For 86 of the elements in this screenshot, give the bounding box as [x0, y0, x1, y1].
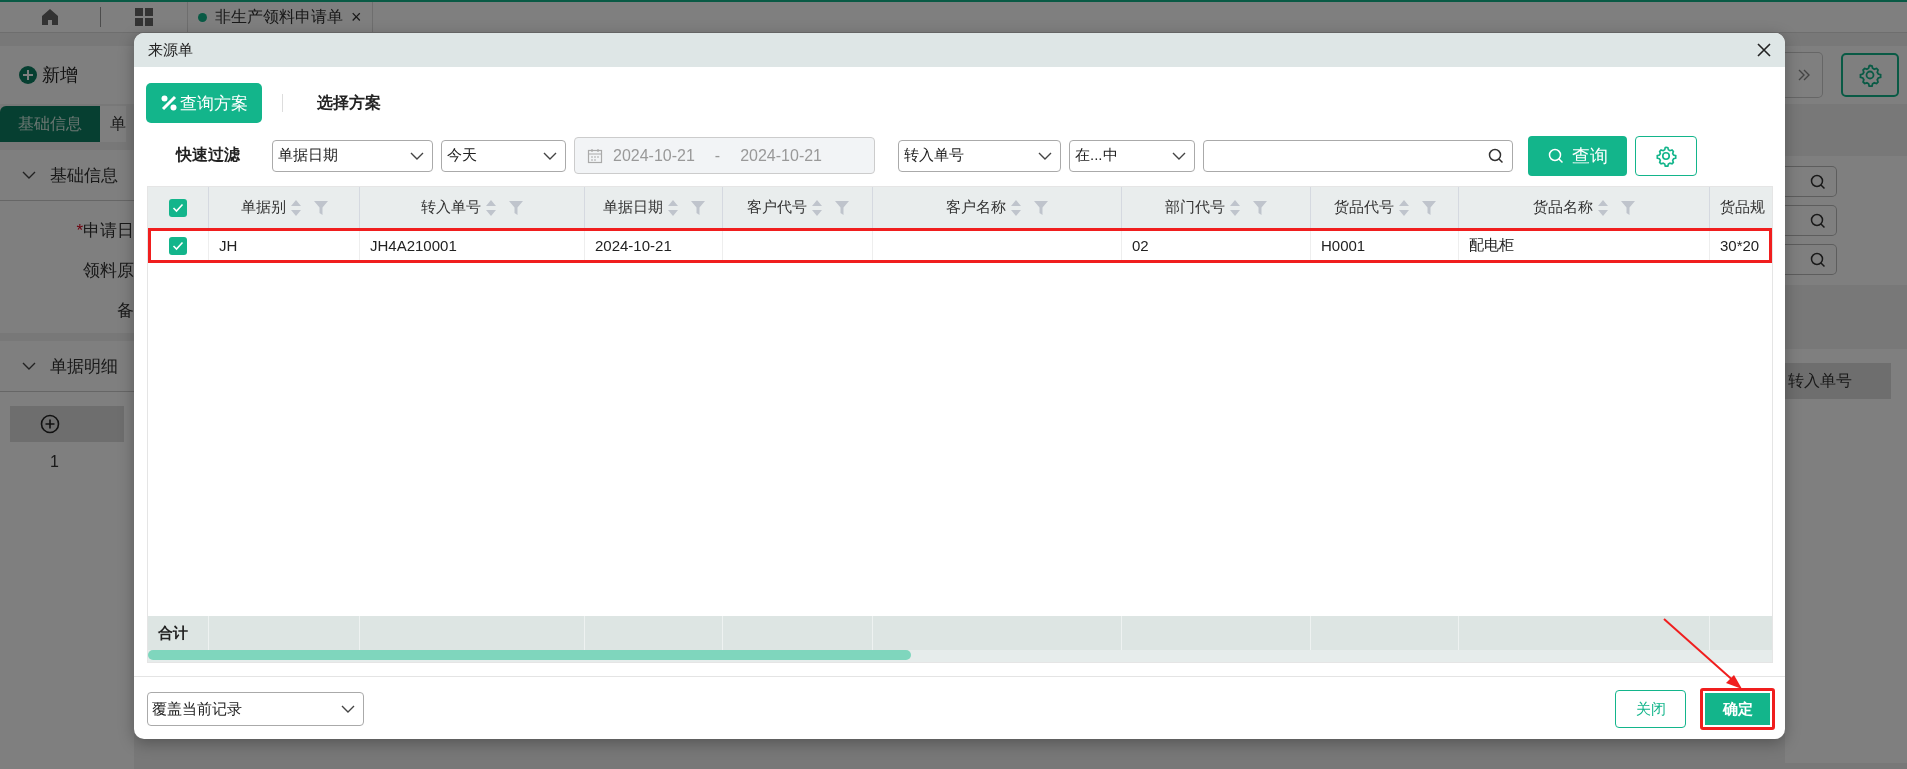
table-cell: 配电柜 — [1469, 236, 1514, 255]
sort-icon[interactable] — [289, 198, 302, 217]
column-header: 货品规 — [1720, 198, 1765, 217]
column-header: 单据别 — [240, 198, 286, 217]
confirm-button[interactable]: 确定 — [1700, 688, 1775, 730]
search-icon[interactable] — [1488, 147, 1504, 164]
close-icon[interactable]: × — [351, 6, 362, 28]
field-label: 备 — [117, 300, 134, 321]
field-label: 领料原 — [83, 260, 134, 281]
page-tab[interactable]: 非生产领料申请单 × — [187, 2, 373, 32]
settings-button[interactable] — [1635, 135, 1697, 176]
scheme-tab[interactable]: 选择方案 — [303, 83, 395, 123]
filter-icon[interactable] — [1621, 200, 1635, 215]
status-dot — [198, 12, 207, 22]
sort-icon[interactable] — [1010, 198, 1022, 217]
grid-icon[interactable] — [134, 7, 154, 27]
field-label: *申请日 — [76, 220, 134, 241]
scrollbar-thumb[interactable] — [148, 650, 911, 660]
chevron-down-icon — [543, 151, 557, 160]
table-cell: 02 — [1132, 237, 1149, 254]
column-header: 客户名称 — [946, 198, 1006, 217]
mode-dropdown[interactable]: 覆盖当前记录 — [147, 692, 364, 726]
column-header: 转入单号 — [1788, 370, 1852, 391]
period-select[interactable]: 今天 — [441, 139, 566, 172]
double-chevron-icon — [1796, 68, 1811, 82]
column-header: 部门代号 — [1165, 198, 1225, 217]
column-header: 货品代号 — [1333, 198, 1394, 217]
close-button[interactable] — [1757, 43, 1771, 57]
filter-icon[interactable] — [313, 200, 328, 215]
settings-button[interactable] — [1841, 53, 1899, 97]
table-cell: 30*20 — [1720, 237, 1760, 254]
table-cell: JH4A210001 — [370, 237, 457, 254]
date-range-field[interactable]: 2024-10-21 - 2024-10-21 — [574, 137, 875, 174]
column-header: 客户代号 — [746, 198, 807, 217]
chevron-down-icon — [1172, 151, 1186, 160]
filter-icon[interactable] — [509, 200, 523, 215]
settings-icon — [1655, 144, 1677, 167]
column-header: 单据日期 — [602, 198, 663, 217]
close-icon — [1757, 43, 1771, 57]
sort-icon[interactable] — [1229, 198, 1241, 217]
sort-icon[interactable] — [666, 198, 679, 217]
sort-icon[interactable] — [1597, 198, 1609, 217]
checkbox[interactable] — [169, 198, 187, 217]
filter-label: 快速过滤 — [176, 145, 241, 165]
filter-icon[interactable] — [834, 200, 849, 215]
search-button[interactable]: 查询 — [1528, 135, 1627, 176]
add-button[interactable]: 新增 — [18, 63, 78, 87]
chevron-down-icon — [410, 151, 424, 160]
column-header: 转入单号 — [421, 198, 481, 217]
check-icon — [172, 240, 184, 251]
field-select[interactable]: 转入单号 — [898, 139, 1061, 172]
total-label: 合计 — [158, 623, 188, 643]
plus-circle-icon — [18, 65, 38, 85]
table-row[interactable]: JH JH4A210001 2024-10-21 02 H0001 配电柜 30*20 — [148, 228, 1772, 263]
row-number: 1 — [50, 453, 59, 471]
add-row-icon[interactable] — [40, 414, 60, 434]
column-header: 货品名称 — [1533, 198, 1593, 217]
table-cell: JH — [219, 237, 238, 254]
checkbox[interactable] — [169, 236, 187, 255]
operator-select[interactable]: 在...中 — [1069, 139, 1195, 172]
settings-icon — [1858, 63, 1882, 87]
filter-icon[interactable] — [1253, 200, 1267, 215]
sort-icon[interactable] — [485, 198, 497, 217]
search-field[interactable] — [1203, 139, 1513, 172]
table-cell: 2024-10-21 — [595, 237, 672, 254]
chevron-down-icon[interactable] — [22, 171, 36, 179]
filter-icon[interactable] — [690, 200, 705, 215]
filter-icon[interactable] — [1034, 200, 1048, 215]
chevron-down-icon[interactable] — [22, 362, 36, 370]
sort-icon[interactable] — [810, 198, 823, 217]
sort-icon[interactable] — [1397, 198, 1410, 217]
field-select[interactable]: 单据日期 — [272, 139, 433, 172]
calendar-icon — [587, 147, 603, 164]
section-title: 基础信息 — [50, 164, 118, 187]
form-tab[interactable]: 单 — [100, 106, 126, 142]
dialog-title: 来源单 — [148, 40, 193, 60]
chevron-down-icon — [1038, 151, 1052, 160]
chevron-down-icon — [341, 705, 355, 713]
table-cell: H0001 — [1321, 237, 1366, 254]
filter-icon[interactable] — [1421, 200, 1436, 215]
form-tab[interactable]: 基础信息 — [0, 106, 100, 142]
scheme-tab[interactable]: 查询方案 — [146, 83, 262, 123]
home-icon[interactable] — [40, 7, 60, 27]
check-icon — [172, 202, 184, 213]
close-button[interactable]: 关闭 — [1615, 690, 1686, 728]
section-title: 单据明细 — [50, 355, 118, 378]
